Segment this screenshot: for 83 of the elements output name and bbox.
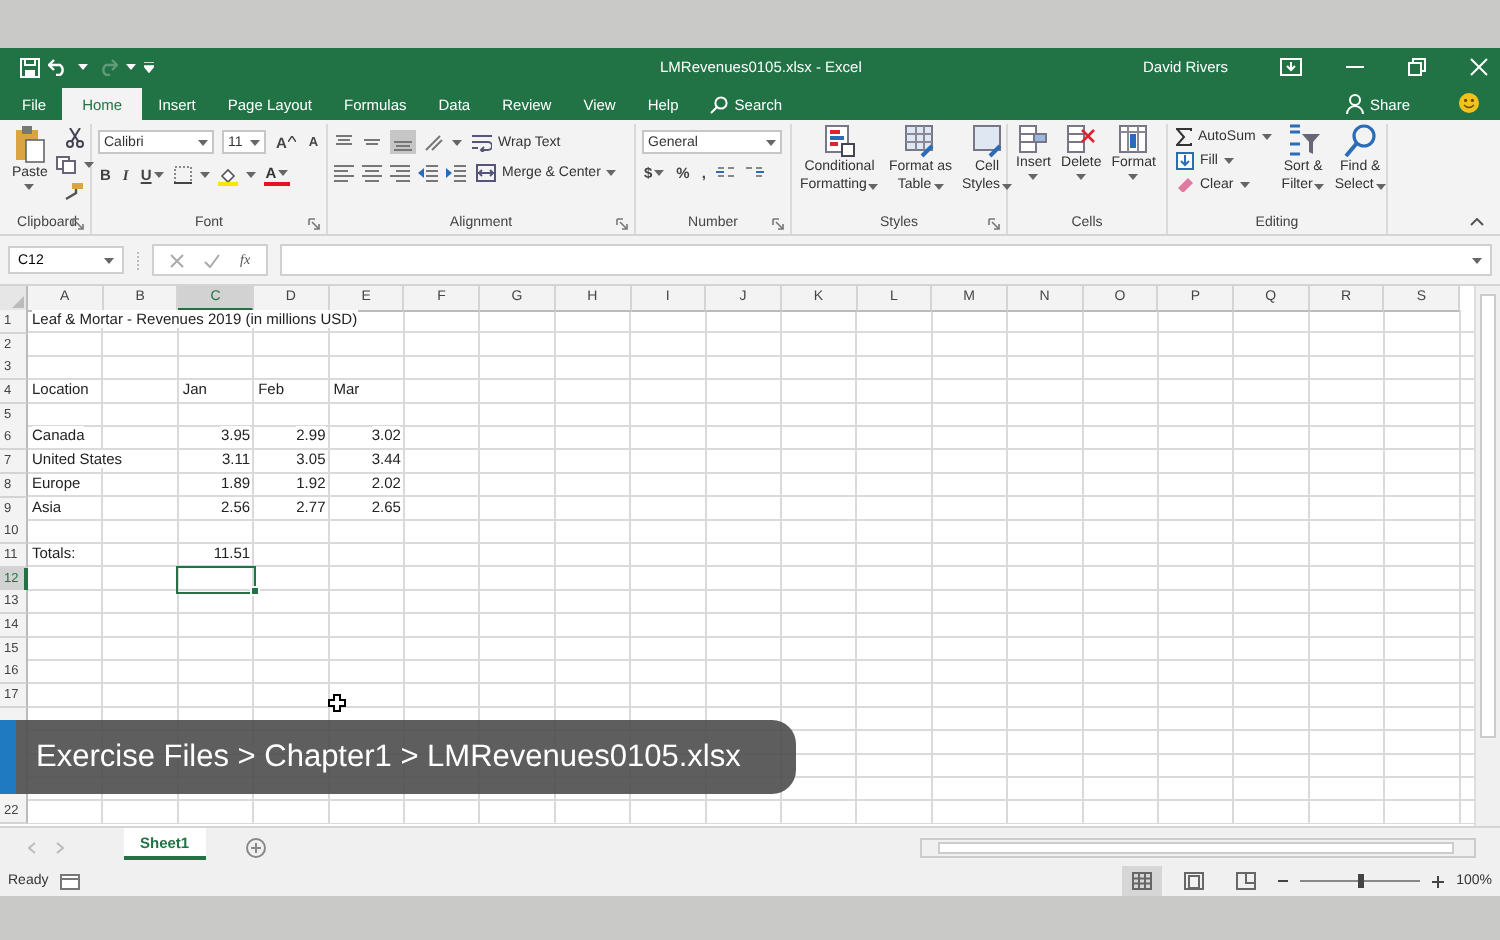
vertical-scrollbar[interactable] <box>1474 286 1500 826</box>
caret-icon <box>83 162 94 168</box>
sort-filter-icon <box>1285 124 1322 158</box>
page-icon <box>1184 872 1205 890</box>
caret-icon <box>78 64 88 70</box>
copy-icon[interactable] <box>55 156 76 174</box>
view-button[interactable] <box>1122 866 1163 896</box>
caret-icon <box>606 170 617 176</box>
align-bottom-icon[interactable] <box>390 130 416 154</box>
horizontal-scrollbar[interactable] <box>920 837 1476 857</box>
close-icon[interactable] <box>1470 58 1488 76</box>
caret-icon <box>153 172 164 178</box>
caret-icon <box>1002 183 1013 189</box>
align-middle-icon[interactable] <box>362 133 382 151</box>
borders-icon[interactable] <box>173 166 192 184</box>
caret-icon <box>1375 183 1386 189</box>
align-right-icon[interactable] <box>390 164 410 182</box>
increase-decimal-icon[interactable] <box>715 164 736 182</box>
wrap-icon <box>472 133 492 151</box>
align-left-icon[interactable] <box>334 164 354 182</box>
up-caret-icon <box>288 135 297 141</box>
fill-down-icon <box>1176 152 1194 170</box>
cursor-icon <box>328 694 346 712</box>
scissors-icon[interactable] <box>65 128 84 148</box>
fill-color-icon[interactable] <box>217 165 238 185</box>
active-cell[interactable] <box>176 565 257 594</box>
dialog-launcher-icon[interactable] <box>772 218 784 230</box>
magnifier-icon <box>1344 124 1377 158</box>
caret-icon <box>245 172 256 178</box>
caret-icon <box>1239 181 1250 187</box>
dialog-launcher-icon[interactable] <box>988 218 1000 230</box>
caret-icon <box>868 183 879 189</box>
eraser-icon <box>1176 176 1194 192</box>
caret-icon <box>1314 183 1325 189</box>
caret-icon <box>654 170 665 176</box>
dialog-launcher-icon[interactable] <box>616 218 628 230</box>
increase-indent-icon[interactable] <box>446 164 466 182</box>
caret-icon <box>766 139 776 145</box>
decrease-indent-icon[interactable] <box>418 164 438 182</box>
dialog-launcher-icon[interactable] <box>308 218 320 230</box>
undo-icon[interactable] <box>48 58 70 76</box>
brush-icon[interactable] <box>64 182 85 200</box>
caret-icon <box>1128 174 1139 180</box>
caret-icon <box>198 139 208 145</box>
dialog-launcher-icon[interactable] <box>72 218 84 230</box>
person-icon <box>1345 94 1364 114</box>
caret-icon <box>104 257 114 263</box>
worksheet-grid[interactable] <box>0 310 1474 825</box>
caret-icon <box>126 64 136 70</box>
macro-record-icon[interactable] <box>60 872 81 890</box>
caret-icon <box>278 170 289 176</box>
caret-icon <box>1472 257 1482 263</box>
merge-icon <box>476 164 496 182</box>
caret-icon <box>933 183 944 189</box>
align-top-icon[interactable] <box>334 133 354 151</box>
grid-icon <box>1132 872 1153 890</box>
page-break-icon <box>1236 872 1257 890</box>
restore-icon[interactable] <box>1408 58 1426 76</box>
customize-icon[interactable] <box>144 61 154 73</box>
collapse-ribbon-icon[interactable] <box>1470 218 1484 226</box>
caption-text: Exercise Files > Chapter1 > LMRevenues0105.xlsx <box>36 739 741 775</box>
caret-icon <box>1223 158 1234 164</box>
zoom-thumb[interactable] <box>1357 874 1364 888</box>
orientation-icon[interactable] <box>424 133 444 151</box>
caret-icon <box>1028 174 1039 180</box>
caret-icon <box>199 172 210 178</box>
decrease-decimal-icon[interactable] <box>743 164 764 182</box>
caret-icon <box>1261 134 1272 140</box>
search-icon <box>710 95 729 113</box>
table-format-icon <box>904 124 937 158</box>
caret-icon <box>24 184 35 190</box>
caret-icon <box>1076 174 1087 180</box>
zoom-in-icon[interactable] <box>1432 875 1445 887</box>
caret-icon <box>250 139 260 145</box>
align-center-icon[interactable] <box>362 164 382 182</box>
formula-input[interactable] <box>280 244 1492 276</box>
ribbon-display-icon[interactable] <box>1280 58 1302 76</box>
save-icon[interactable] <box>20 57 40 77</box>
cell-styles-icon <box>971 124 1004 158</box>
add-sheet-icon[interactable] <box>245 837 266 857</box>
sigma-icon <box>1176 128 1192 146</box>
caret-icon <box>452 139 462 145</box>
smiley-icon[interactable] <box>1458 92 1480 114</box>
